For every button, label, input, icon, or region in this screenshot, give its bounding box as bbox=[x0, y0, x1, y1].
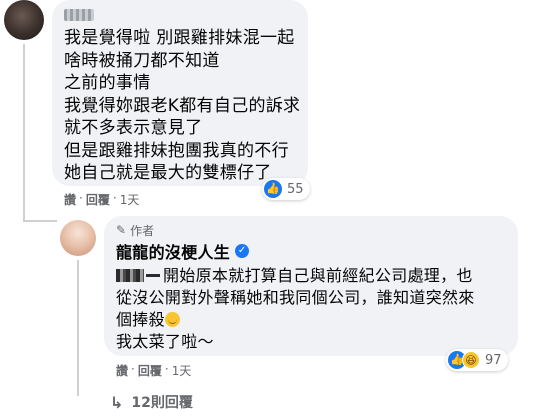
comment-2-actions: 讚 · 回覆 · 1天 bbox=[116, 362, 191, 379]
reaction-count: 97 bbox=[485, 352, 502, 368]
view-replies-label: 12則回覆 bbox=[131, 395, 193, 411]
comment-line: 之前的事情 bbox=[64, 73, 151, 93]
like-button[interactable]: 讚 bbox=[64, 191, 76, 208]
comment-line: 就不多表示意見了 bbox=[64, 118, 203, 138]
comment-1-actions: 讚 · 回覆 · 1天 bbox=[64, 191, 139, 208]
separator-dot: · bbox=[112, 191, 117, 205]
reply-button[interactable]: 回覆 bbox=[138, 362, 162, 379]
reaction-count: 55 bbox=[287, 181, 304, 197]
comment-line: 從沒公開對外聲稱她和我同個公司，誰知道突然來 bbox=[116, 288, 475, 307]
comment-1-text: 我是覺得啦 別跟雞排妹混一起 啥時被捅刀都不知道 之前的事情 我覺得妳跟老K都有… bbox=[64, 27, 301, 185]
comment-line: 我太菜了啦～ bbox=[116, 332, 214, 351]
commenter-name-blurred[interactable] bbox=[64, 6, 296, 25]
blurred-name bbox=[64, 9, 94, 21]
reply-button[interactable]: 回覆 bbox=[86, 191, 110, 208]
reply-arrow-icon: ↳ bbox=[110, 392, 124, 412]
comment-line: 啥時被捅刀都不知道 bbox=[64, 50, 220, 71]
comment-line: 我是覺得啦 別跟雞排妹混一起 bbox=[64, 28, 295, 48]
comment-bubble-1: 我是覺得啦 別跟雞排妹混一起 啥時被捅刀都不知道 之前的事情 我覺得妳跟老K都有… bbox=[52, 0, 308, 186]
reaction-summary-2[interactable]: 👍 😆 97 bbox=[446, 349, 508, 371]
author-name[interactable]: 龍龍的沒梗人生 bbox=[116, 239, 230, 263]
comment-line: 開始原本就打算自己與前經紀公司處理，也 bbox=[116, 265, 506, 287]
haha-reaction-icon: 😆 bbox=[462, 351, 480, 369]
reaction-summary-1[interactable]: 👍 55 bbox=[262, 178, 310, 200]
comment-line: 我覺得妳跟老K都有自己的訴求 bbox=[64, 95, 301, 116]
timestamp[interactable]: 1天 bbox=[120, 191, 140, 208]
author-badge-label: 作者 bbox=[130, 223, 155, 238]
author-badge: ✎ 作者 bbox=[116, 222, 506, 238]
verified-badge-icon: ✓ bbox=[235, 244, 250, 258]
author-name-row: 龍龍的沒梗人生 ✓ bbox=[116, 239, 506, 263]
comment-line: 她自己就是最大的雙標仔了 bbox=[64, 163, 272, 183]
like-button[interactable]: 讚 bbox=[116, 362, 128, 379]
author-avatar[interactable] bbox=[60, 220, 96, 256]
thread-line-reply-vertical bbox=[77, 260, 79, 396]
like-reaction-icon: 👍 bbox=[264, 180, 282, 198]
comment-line: 但是跟雞排妹抱團我真的不行 bbox=[64, 140, 289, 161]
timestamp[interactable]: 1天 bbox=[172, 362, 192, 379]
separator-dot: · bbox=[79, 191, 83, 205]
redacted-text bbox=[146, 274, 160, 277]
redacted-text bbox=[116, 269, 144, 282]
thread-line-to-reply bbox=[23, 220, 57, 222]
thread-line-vertical bbox=[23, 44, 25, 222]
commenter-avatar[interactable] bbox=[4, 0, 44, 40]
comment-line: 個捧殺 bbox=[116, 309, 506, 331]
separator-dot: · bbox=[131, 362, 135, 376]
comment-2-text: 開始原本就打算自己與前經紀公司處理，也 從沒公開對外聲稱她和我同個公司，誰知道突… bbox=[116, 265, 506, 353]
smile-emoji-icon bbox=[164, 312, 180, 327]
comment-bubble-2: ✎ 作者 龍龍的沒梗人生 ✓ 開始原本就打算自己與前經紀公司處理，也 從沒公開對… bbox=[104, 216, 518, 356]
view-replies-link[interactable]: ↳ 12則回覆 bbox=[110, 392, 193, 412]
pencil-icon: ✎ bbox=[116, 223, 127, 237]
separator-dot: · bbox=[164, 362, 169, 376]
